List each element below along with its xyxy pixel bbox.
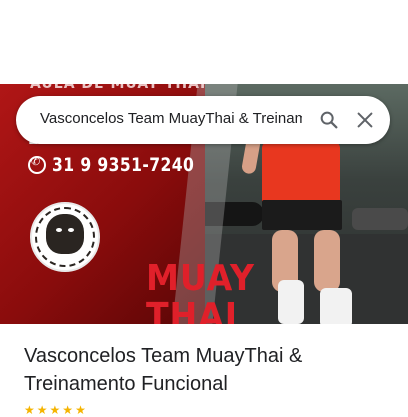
logo-eye-left — [56, 228, 62, 232]
shoes — [352, 208, 408, 230]
star-icon: ★ — [36, 403, 48, 417]
person-leg-right — [314, 230, 340, 292]
search-icon[interactable] — [318, 109, 340, 131]
place-title: Vasconcelos Team MuayThai & Treinamento … — [24, 345, 303, 395]
shin-guard-left — [278, 280, 304, 324]
logo-eye-right — [68, 228, 74, 232]
promo-top-text: AULA DE MUAY THAI — [30, 84, 207, 92]
banner-text-thai: THAI — [146, 296, 238, 324]
shin-guard-right — [320, 288, 352, 324]
whatsapp-icon — [28, 155, 46, 174]
phone-number: 31 9 9351-7240 — [52, 154, 195, 176]
star-icon: ★ — [62, 403, 74, 417]
team-logo — [30, 202, 100, 272]
search-input[interactable]: Vasconcelos Team MuayThai & Treinamento … — [40, 110, 302, 127]
logo-face — [46, 214, 84, 254]
star-icon: ★ — [24, 403, 35, 417]
banner-text-muay: MUAY — [146, 258, 255, 299]
close-icon[interactable] — [354, 109, 376, 131]
person-shorts — [262, 200, 342, 230]
top-bar — [0, 0, 408, 84]
rating-stars: ★ ★ ★ ★ ★ — [24, 403, 86, 417]
star-icon: ★ — [75, 403, 86, 417]
phone-row: 31 9 9351-7240 — [28, 154, 226, 176]
person-shirt — [262, 142, 340, 204]
search-bar[interactable]: Vasconcelos Team MuayThai & Treinamento … — [16, 96, 390, 144]
star-icon: ★ — [49, 403, 61, 417]
